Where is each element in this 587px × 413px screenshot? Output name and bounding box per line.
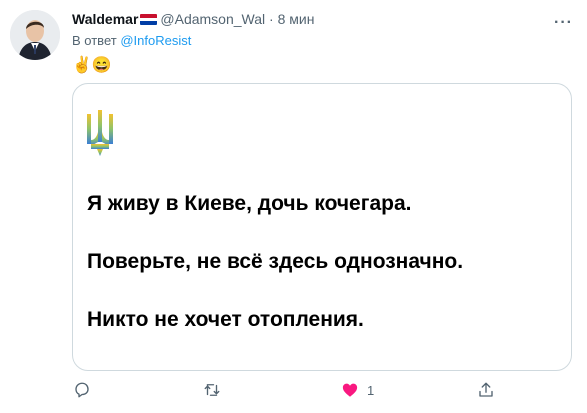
retweet-button[interactable] [203, 381, 229, 399]
tweet-text: ✌️😄 [72, 57, 112, 74]
tweet-time[interactable]: 8 мин [278, 11, 315, 27]
reply-prefix: В ответ [72, 33, 117, 48]
attached-image[interactable]: Я живу в Киеве, дочь кочегара. Поверьте,… [72, 83, 572, 371]
like-count: 1 [367, 382, 375, 398]
reply-button[interactable] [73, 381, 99, 399]
share-button[interactable] [477, 381, 503, 399]
action-bar: 1 [0, 381, 587, 405]
avatar[interactable] [10, 10, 60, 60]
avatar-photo [10, 10, 60, 60]
ukraine-trident-icon [87, 110, 113, 156]
more-icon[interactable]: ··· [554, 14, 573, 32]
retweet-icon [204, 384, 220, 396]
author-name[interactable]: Waldemar [72, 11, 138, 27]
image-text-line-2: Поверьте, не всё здесь однозначно. [87, 250, 464, 273]
image-text-line-1: Я живу в Киеве, дочь кочегара. [87, 192, 412, 215]
share-icon [479, 382, 493, 397]
flag-icon [140, 14, 158, 25]
reply-to-handle[interactable]: @InfoResist [120, 33, 191, 48]
reply-icon [75, 382, 89, 398]
separator-dot: · [269, 11, 274, 27]
tweet-header: Waldemar @Adamson_Wal · 8 мин [72, 10, 314, 28]
image-text-line-3: Никто не хочет отопления. [87, 308, 364, 331]
heart-icon [342, 383, 358, 397]
author-handle[interactable]: @Adamson_Wal [160, 11, 265, 27]
like-button[interactable]: 1 [341, 381, 374, 399]
reply-context: В ответ @InfoResist [72, 33, 191, 48]
